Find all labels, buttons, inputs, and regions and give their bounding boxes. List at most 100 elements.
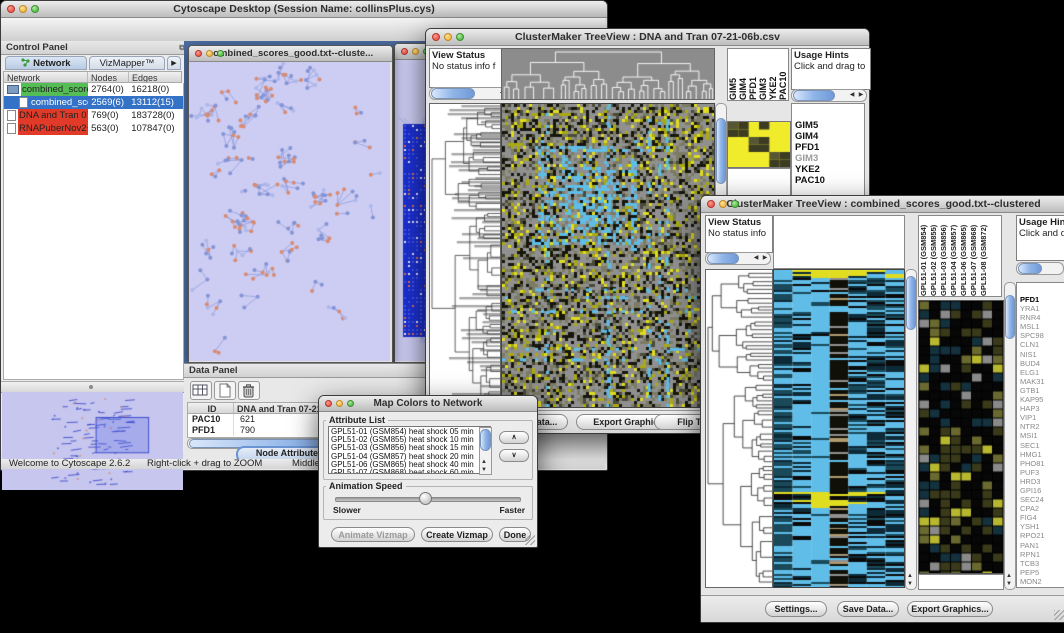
minimize-button[interactable] [206, 50, 213, 57]
tv2-gene-label[interactable]: PFD1 [1020, 295, 1064, 304]
close-button[interactable] [325, 400, 332, 407]
tv2-gene-label[interactable]: NTR2 [1020, 422, 1064, 431]
tv2-button-settings[interactable]: Settings... [765, 601, 827, 617]
zoom-window-button[interactable] [347, 400, 354, 407]
scrollbar-thumb[interactable] [707, 253, 739, 264]
animation-speed-slider-thumb[interactable] [419, 492, 432, 505]
tv1-gene-label[interactable]: GIM4 [795, 131, 864, 142]
zoom-window-button[interactable] [217, 50, 224, 57]
scroll-down-icon[interactable]: ▼ [480, 467, 488, 473]
network-tree-row[interactable]: combined_scores2764(0)16218(0) [4, 83, 183, 96]
close-button[interactable] [7, 5, 15, 13]
tv2-button-save-data[interactable]: Save Data... [837, 601, 899, 617]
tv2-gene-label[interactable]: GPI16 [1020, 486, 1064, 495]
tab-overflow-button[interactable]: ▶ [167, 56, 181, 70]
minimize-button[interactable] [412, 48, 419, 55]
new-attribute-icon[interactable] [214, 381, 236, 400]
tv2-gene-label[interactable]: PUF3 [1020, 468, 1064, 477]
tv1-gene-label[interactable]: PAC10 [795, 175, 864, 186]
move-down-button[interactable]: ∨ [499, 449, 529, 462]
attribute-listbox[interactable]: GPL51-01 (GSM854) heat shock 05 minGPL51… [328, 426, 491, 474]
tv2-heatmap-vscrollbar[interactable]: ▲ ▼ [905, 269, 917, 590]
resize-grip[interactable] [525, 535, 535, 545]
scrollbar-thumb[interactable] [906, 276, 916, 330]
tv1-gene-label[interactable]: YKE2 [795, 164, 864, 175]
tv2-hints-hscrollbar[interactable] [1016, 262, 1064, 275]
tv1-array-dendrogram-canvas[interactable] [501, 48, 715, 100]
zoom-window-button[interactable] [456, 33, 464, 41]
tv2-gene-label[interactable]: HMG1 [1020, 450, 1064, 459]
tv2-array-dendrogram[interactable] [773, 215, 905, 269]
tv2-gene-label[interactable]: CPA2 [1020, 504, 1064, 513]
scroll-up-icon[interactable]: ▲ [906, 573, 914, 579]
tab-vizmapper[interactable]: VizMapper™ [89, 56, 165, 70]
tv2-gene-label[interactable]: HAP3 [1020, 404, 1064, 413]
tv2-gene-label[interactable]: CLN1 [1020, 340, 1064, 349]
scrollbar-thumb[interactable] [716, 118, 726, 184]
tv2-gene-label[interactable]: MSI1 [1020, 431, 1064, 440]
tv2-gene-label[interactable]: TCB3 [1020, 559, 1064, 568]
scrollbar-thumb[interactable] [793, 90, 835, 101]
scroll-right-icon[interactable]: ▶ [857, 92, 865, 98]
resize-grip[interactable] [1054, 610, 1064, 620]
tv2-gene-label[interactable]: YSH1 [1020, 522, 1064, 531]
minimize-button[interactable] [444, 33, 452, 41]
tv2-gene-label[interactable]: SEC1 [1020, 441, 1064, 450]
tv2-gene-label[interactable]: MSL1 [1020, 322, 1064, 331]
tv2-genelist-vscrollbar[interactable]: ▲ ▼ [1004, 282, 1016, 590]
tv1-title-bar[interactable]: ClusterMaker TreeView : DNA and Tran 07-… [426, 29, 869, 46]
tv2-gene-label[interactable]: MAK31 [1020, 377, 1064, 386]
close-button[interactable] [195, 50, 202, 57]
scrollbar-thumb[interactable] [1018, 263, 1042, 274]
tv1-gene-label[interactable]: GIM5 [795, 120, 864, 131]
network-tree-row[interactable]: combined_sco2569(6)13112(15) [4, 96, 183, 109]
tv2-gene-label[interactable]: NIS1 [1020, 350, 1064, 359]
tv1-zoom-heatmap-canvas[interactable] [727, 121, 791, 168]
create-vizmap-button[interactable]: Create Vizmap [421, 527, 493, 542]
minimize-button[interactable] [19, 5, 27, 13]
scroll-left-icon[interactable]: ◀ [752, 255, 760, 261]
tv2-gene-label[interactable]: SEC24 [1020, 495, 1064, 504]
tv2-gene-label[interactable]: PEP5 [1020, 568, 1064, 577]
tv2-gene-label[interactable]: HRD3 [1020, 477, 1064, 486]
tv2-gene-label[interactable]: FIG4 [1020, 513, 1064, 522]
tv1-global-heatmap-canvas[interactable] [501, 103, 715, 408]
tv2-gene-label[interactable]: KAP95 [1020, 395, 1064, 404]
tv2-gene-label[interactable]: PHO81 [1020, 459, 1064, 468]
tv2-title-bar[interactable]: ClusterMaker TreeView : combined_scores_… [701, 196, 1064, 213]
delete-attribute-trash-icon[interactable] [238, 381, 260, 400]
scroll-right-icon[interactable]: ▶ [761, 255, 769, 261]
tv1-hints-hscrollbar[interactable]: ◀ ▶ [791, 89, 867, 102]
animate-vizmap-button[interactable]: Animate Vizmap [331, 527, 415, 542]
tv2-gene-label[interactable]: RPO21 [1020, 531, 1064, 540]
tv2-status-hscrollbar[interactable]: ◀ ▶ [705, 252, 771, 265]
tv2-gene-label[interactable]: YRA1 [1020, 304, 1064, 313]
scrollbar-thumb[interactable] [480, 429, 491, 451]
scrollbar-thumb[interactable] [431, 88, 475, 99]
select-attributes-icon[interactable] [190, 381, 212, 400]
tv2-gene-label[interactable]: SPC98 [1020, 331, 1064, 340]
network-view-1-canvas[interactable] [189, 62, 390, 361]
attribute-list-vscrollbar[interactable]: ▲ ▼ [479, 427, 492, 475]
move-up-button[interactable]: ∧ [499, 431, 529, 444]
tv1-gene-dendrogram-canvas[interactable] [429, 103, 501, 408]
tv1-gene-label[interactable]: PFD1 [795, 142, 864, 153]
tv2-gene-label[interactable]: ELG1 [1020, 368, 1064, 377]
tv2-gene-label[interactable]: PAN1 [1020, 541, 1064, 550]
network-overview-canvas[interactable] [2, 392, 183, 490]
close-button[interactable] [707, 200, 715, 208]
network-tree-row[interactable]: RNAPuberNov2+N563(0)107847(0) [4, 122, 183, 135]
tv2-gene-label[interactable]: BUD4 [1020, 359, 1064, 368]
tv2-gene-label[interactable]: RNR4 [1020, 313, 1064, 322]
tv2-gene-label[interactable]: VIP1 [1020, 413, 1064, 422]
scroll-up-icon[interactable]: ▲ [480, 459, 488, 465]
tv2-gene-dendrogram-canvas[interactable] [705, 269, 773, 588]
tab-network[interactable]: Network [5, 56, 87, 70]
tv2-gene-label[interactable]: GTB1 [1020, 386, 1064, 395]
scroll-down-icon[interactable]: ▼ [1005, 581, 1013, 587]
dialog-title-bar[interactable]: Map Colors to Network [319, 396, 537, 412]
network-tree-row[interactable]: DNA and Tran 07769(0)183728(0) [4, 109, 183, 122]
tv2-button-export-graphics[interactable]: Export Graphics... [907, 601, 993, 617]
minimize-button[interactable] [719, 200, 727, 208]
close-button[interactable] [401, 48, 408, 55]
